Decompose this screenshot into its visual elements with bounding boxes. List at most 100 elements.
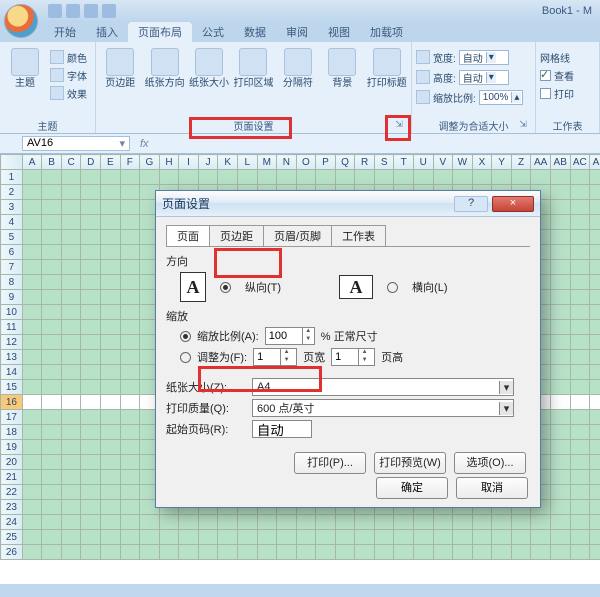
gridlines-view[interactable]: 查看 (540, 66, 574, 84)
fit-tall-spinner[interactable]: ▲▼ (331, 348, 375, 366)
cell[interactable] (61, 185, 81, 200)
cell[interactable] (590, 515, 600, 530)
cell[interactable] (120, 500, 140, 515)
cell[interactable] (570, 170, 590, 185)
cell[interactable] (570, 485, 590, 500)
adjust-radio[interactable] (180, 331, 191, 342)
cell[interactable] (316, 515, 336, 530)
column-header[interactable]: P (316, 155, 336, 170)
cell[interactable] (433, 530, 453, 545)
cell[interactable] (101, 365, 121, 380)
column-header[interactable]: G (140, 155, 160, 170)
cell[interactable] (101, 470, 121, 485)
cell[interactable] (42, 440, 62, 455)
cell[interactable] (61, 260, 81, 275)
cell[interactable] (414, 515, 434, 530)
column-header[interactable]: F (120, 155, 140, 170)
cell[interactable] (22, 170, 42, 185)
cell[interactable] (120, 425, 140, 440)
cell[interactable] (550, 380, 570, 395)
cell[interactable] (570, 470, 590, 485)
cell[interactable] (374, 530, 394, 545)
cell[interactable] (394, 170, 414, 185)
cell[interactable] (472, 515, 492, 530)
cell[interactable] (61, 275, 81, 290)
tab-home[interactable]: 开始 (44, 22, 86, 42)
tab-review[interactable]: 审阅 (276, 22, 318, 42)
adjust-input[interactable] (266, 328, 302, 344)
cell[interactable] (81, 170, 101, 185)
cell[interactable] (511, 545, 531, 560)
cell[interactable] (120, 365, 140, 380)
column-header[interactable]: AC (570, 155, 590, 170)
cell[interactable] (374, 170, 394, 185)
cell[interactable] (81, 320, 101, 335)
cell[interactable] (42, 230, 62, 245)
column-header[interactable]: N (277, 155, 297, 170)
cell[interactable] (42, 380, 62, 395)
cell[interactable] (81, 350, 101, 365)
cell[interactable] (81, 500, 101, 515)
column-header[interactable]: C (61, 155, 81, 170)
cell[interactable] (590, 335, 600, 350)
cell[interactable] (414, 170, 434, 185)
cell[interactable] (61, 530, 81, 545)
cell[interactable] (570, 335, 590, 350)
cell[interactable] (22, 395, 42, 410)
cell[interactable] (198, 545, 218, 560)
cell[interactable] (101, 320, 121, 335)
cell[interactable] (590, 455, 600, 470)
gridlines-print[interactable]: 打印 (540, 84, 574, 102)
cell[interactable] (179, 170, 199, 185)
dialog-tab-page[interactable]: 页面 (166, 225, 210, 246)
cell[interactable] (61, 515, 81, 530)
cell[interactable] (140, 545, 160, 560)
orientation-button[interactable]: 纸张方向 (144, 44, 184, 89)
cell[interactable] (42, 395, 62, 410)
row-header[interactable]: 8 (1, 275, 23, 290)
cell[interactable] (511, 530, 531, 545)
cell[interactable] (101, 200, 121, 215)
cell[interactable] (257, 170, 277, 185)
column-header[interactable]: AB (550, 155, 570, 170)
cell[interactable] (120, 290, 140, 305)
dialog-tab-margins[interactable]: 页边距 (209, 225, 264, 246)
cell[interactable] (335, 515, 355, 530)
cell[interactable] (101, 275, 121, 290)
row-header[interactable]: 4 (1, 215, 23, 230)
tab-view[interactable]: 视图 (318, 22, 360, 42)
cell[interactable] (22, 185, 42, 200)
dialog-titlebar[interactable]: 页面设置 ? × (156, 191, 540, 217)
cell[interactable] (120, 395, 140, 410)
cancel-button[interactable]: 取消 (456, 477, 528, 499)
fit-tall-input[interactable] (332, 349, 358, 365)
cell[interactable] (316, 545, 336, 560)
cell[interactable] (101, 485, 121, 500)
cell[interactable] (81, 440, 101, 455)
cell[interactable] (61, 455, 81, 470)
cell[interactable] (42, 275, 62, 290)
cell[interactable] (590, 395, 600, 410)
cell[interactable] (492, 515, 512, 530)
cell[interactable] (316, 530, 336, 545)
cell[interactable] (453, 170, 473, 185)
cell[interactable] (101, 185, 121, 200)
cell[interactable] (218, 530, 238, 545)
cell[interactable] (120, 515, 140, 530)
cell[interactable] (61, 170, 81, 185)
theme-colors[interactable]: 颜色 (50, 48, 87, 66)
column-header[interactable]: A (22, 155, 42, 170)
tab-insert[interactable]: 插入 (86, 22, 128, 42)
cell[interactable] (590, 545, 600, 560)
row-header[interactable]: 26 (1, 545, 23, 560)
cell[interactable] (140, 170, 160, 185)
qat-save-icon[interactable] (48, 4, 62, 18)
cell[interactable] (394, 515, 414, 530)
cell[interactable] (296, 545, 316, 560)
cell[interactable] (550, 275, 570, 290)
cell[interactable] (42, 305, 62, 320)
cell[interactable] (61, 425, 81, 440)
ok-button[interactable]: 确定 (376, 477, 448, 499)
cell[interactable] (120, 215, 140, 230)
cell[interactable] (355, 170, 375, 185)
